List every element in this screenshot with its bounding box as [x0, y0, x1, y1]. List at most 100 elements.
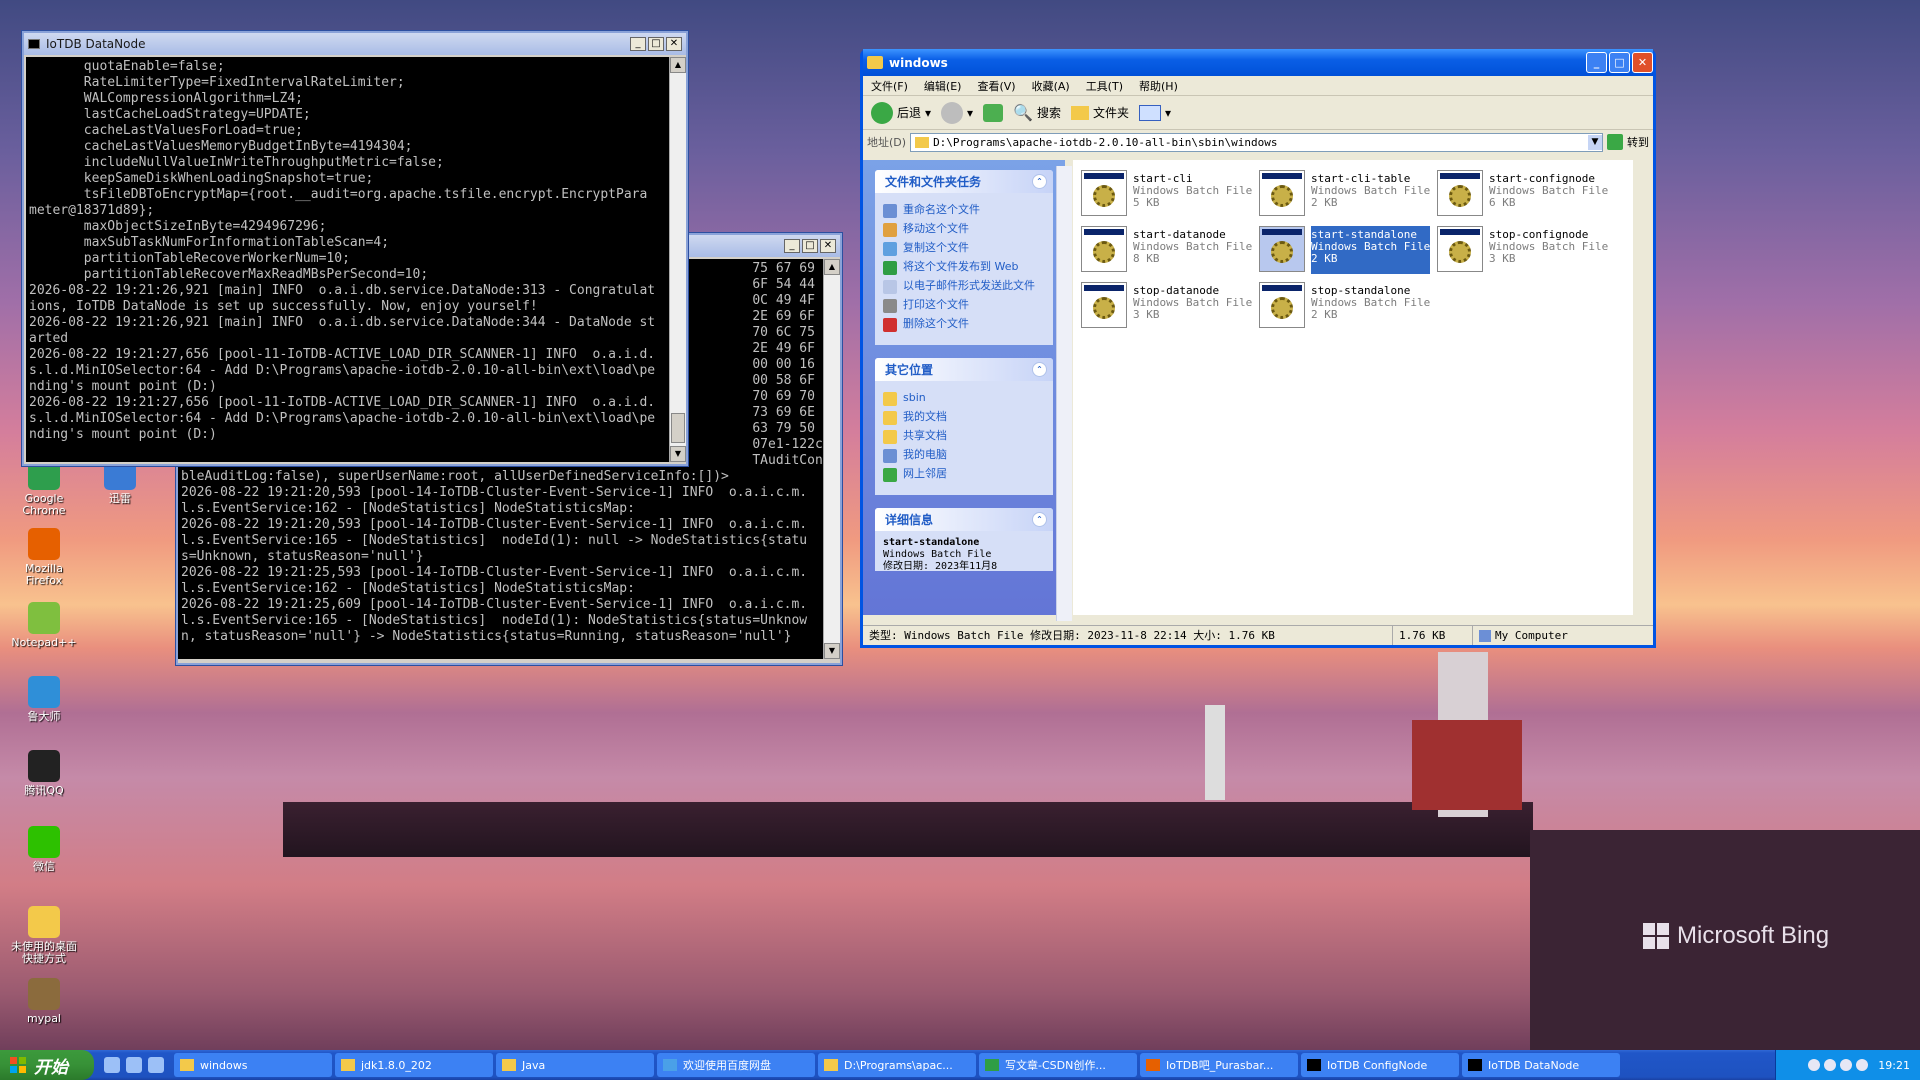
menu-item[interactable]: 文件(F): [871, 78, 908, 94]
desktop-icon[interactable]: mypal: [8, 978, 80, 1025]
file-item[interactable]: start-cli Windows Batch File 5 KB: [1081, 170, 1259, 218]
file-item[interactable]: stop-standalone Windows Batch File 2 KB: [1259, 282, 1437, 330]
views-button[interactable]: ▾: [1139, 104, 1171, 121]
scroll-down-button[interactable]: ▼: [824, 643, 840, 659]
task-link[interactable]: 打印这个文件: [883, 299, 1045, 313]
desktop-icon[interactable]: Mozilla Firefox: [8, 528, 80, 587]
taskbar-button[interactable]: jdk1.8.0_202: [335, 1053, 493, 1077]
taskbar-button[interactable]: Java: [496, 1053, 654, 1077]
desktop-icon[interactable]: Notepad++: [8, 602, 80, 649]
app-icon: [1307, 1059, 1321, 1071]
file-item[interactable]: start-datanode Windows Batch File 8 KB: [1081, 226, 1259, 274]
media-icon[interactable]: [148, 1057, 164, 1073]
menu-item[interactable]: 编辑(E): [924, 78, 962, 94]
explorer-window[interactable]: windows _ □ ✕ 文件(F) 编辑(E) 查看(V) 收藏(A) 工具(T) 帮…: [860, 49, 1656, 648]
go-button[interactable]: 转到: [1607, 134, 1649, 150]
menu-item[interactable]: 查看(V): [977, 78, 1015, 94]
console-line: s.l.d.MinIOSelector:64 - Add D:\Programs…: [29, 363, 656, 378]
tray-icon[interactable]: [1840, 1059, 1853, 1071]
collapse-icon[interactable]: ⌃: [1032, 362, 1047, 377]
scroll-thumb[interactable]: [671, 413, 685, 443]
file-list-scrollbar[interactable]: [1056, 166, 1072, 621]
datanode-console-output[interactable]: quotaEnable=false; RateLimiterType=Fixed…: [26, 57, 669, 462]
taskbar-button[interactable]: D:\Programs\apac...: [818, 1053, 976, 1077]
toolbar: 后退 ▾ ▾ 🔍 搜索 文件夹 ▾: [863, 96, 1653, 130]
task-link[interactable]: 删除这个文件: [883, 318, 1045, 332]
place-link[interactable]: sbin: [883, 392, 1045, 406]
minimize-button[interactable]: _: [1586, 52, 1607, 73]
task-link[interactable]: 将这个文件发布到 Web: [883, 261, 1045, 275]
menu-item[interactable]: 帮助(H): [1139, 78, 1178, 94]
place-link[interactable]: 网上邻居: [883, 468, 1045, 482]
start-button[interactable]: 开始: [0, 1050, 94, 1080]
task-link[interactable]: 以电子邮件形式发送此文件: [883, 280, 1045, 294]
file-item[interactable]: start-cli-table Windows Batch File 2 KB: [1259, 170, 1437, 218]
tray-icon[interactable]: [1808, 1059, 1821, 1071]
forward-button[interactable]: ▾: [941, 101, 973, 124]
scroll-up-button[interactable]: ▲: [824, 259, 840, 275]
collapse-icon[interactable]: ⌃: [1032, 174, 1047, 189]
close-button[interactable]: ✕: [666, 37, 682, 51]
file-item[interactable]: start-standalone Windows Batch File 2 KB: [1259, 226, 1437, 274]
back-button[interactable]: 后退 ▾: [871, 101, 931, 124]
taskbar-button[interactable]: IoTDB ConfigNode: [1301, 1053, 1459, 1077]
scroll-up-button[interactable]: ▲: [670, 57, 686, 73]
desktop-icon[interactable]: 微信: [8, 826, 80, 873]
place-link[interactable]: 我的文档: [883, 411, 1045, 425]
tray-icon[interactable]: [1856, 1059, 1869, 1071]
ie-icon[interactable]: [126, 1057, 142, 1073]
datanode-scrollbar[interactable]: ▲ ▼: [669, 57, 686, 462]
collapse-icon[interactable]: ⌃: [1032, 512, 1047, 527]
datanode-titlebar[interactable]: IoTDB DataNode _ □ ✕: [24, 33, 686, 55]
console-line: includeNullValueInWriteThroughputMetric=…: [29, 155, 444, 170]
up-folder-icon: [983, 103, 1004, 122]
maximize-button[interactable]: □: [802, 239, 818, 253]
desktop-icon[interactable]: 腾讯QQ: [8, 750, 80, 797]
scroll-down-button[interactable]: ▼: [670, 446, 686, 462]
maximize-button[interactable]: □: [648, 37, 664, 51]
folders-button[interactable]: 文件夹: [1071, 104, 1129, 121]
minimize-button[interactable]: _: [784, 239, 800, 253]
taskbar-button[interactable]: IoTDB DataNode: [1462, 1053, 1620, 1077]
explorer-titlebar[interactable]: windows _ □ ✕: [863, 49, 1653, 76]
file-item[interactable]: start-confignode Windows Batch File 6 KB: [1437, 170, 1615, 218]
task-link[interactable]: 移动这个文件: [883, 223, 1045, 237]
panel-header[interactable]: 详细信息 ⌃: [875, 508, 1053, 531]
file-size: 6 KB: [1489, 196, 1516, 209]
task-link[interactable]: 复制这个文件: [883, 242, 1045, 256]
taskbar-button[interactable]: windows: [174, 1053, 332, 1077]
desktop-icon[interactable]: Google Chrome: [8, 458, 80, 517]
place-link[interactable]: 共享文档: [883, 430, 1045, 444]
show-desktop-icon[interactable]: [104, 1057, 120, 1073]
tray-icon[interactable]: [1824, 1059, 1837, 1071]
place-link[interactable]: 我的电脑: [883, 449, 1045, 463]
file-item[interactable]: stop-datanode Windows Batch File 3 KB: [1081, 282, 1259, 330]
panel-header[interactable]: 其它位置 ⌃: [875, 358, 1053, 381]
taskbar-button[interactable]: 欢迎使用百度网盘: [657, 1053, 815, 1077]
address-label: 地址(D): [867, 136, 907, 149]
windows-logo-icon: [10, 1057, 26, 1073]
clock[interactable]: 19:21: [1878, 1059, 1910, 1072]
desktop-icon[interactable]: 未使用的桌面快捷方式: [8, 906, 80, 965]
menu-item[interactable]: 收藏(A): [1032, 78, 1070, 94]
close-button[interactable]: ✕: [820, 239, 836, 253]
search-button[interactable]: 🔍 搜索: [1013, 103, 1061, 122]
taskbar-button[interactable]: 写文章-CSDN创作...: [979, 1053, 1137, 1077]
file-item[interactable]: stop-confignode Windows Batch File 3 KB: [1437, 226, 1615, 274]
app-icon: [824, 1059, 838, 1071]
task-link[interactable]: 重命名这个文件: [883, 204, 1045, 218]
confignode-scrollbar[interactable]: ▲ ▼: [823, 259, 840, 659]
taskbar-button[interactable]: IoTDB吧_Purasbar...: [1140, 1053, 1298, 1077]
app-icon: [28, 826, 60, 858]
file-list-area[interactable]: start-cli Windows Batch File 5 KB start-cli…: [1073, 160, 1633, 615]
chevron-down-icon[interactable]: ▼: [1588, 134, 1602, 150]
panel-header[interactable]: 文件和文件夹任务 ⌃: [875, 170, 1053, 193]
close-button[interactable]: ✕: [1632, 52, 1653, 73]
datanode-window[interactable]: IoTDB DataNode _ □ ✕ quotaEnable=false; …: [22, 31, 688, 466]
desktop-icon[interactable]: 鲁大师: [8, 676, 80, 723]
minimize-button[interactable]: _: [630, 37, 646, 51]
address-field[interactable]: D:\Programs\apache-iotdb-2.0.10-all-bin\…: [910, 132, 1603, 152]
up-button[interactable]: [983, 103, 1004, 122]
maximize-button[interactable]: □: [1609, 52, 1630, 73]
menu-item[interactable]: 工具(T): [1086, 78, 1123, 94]
